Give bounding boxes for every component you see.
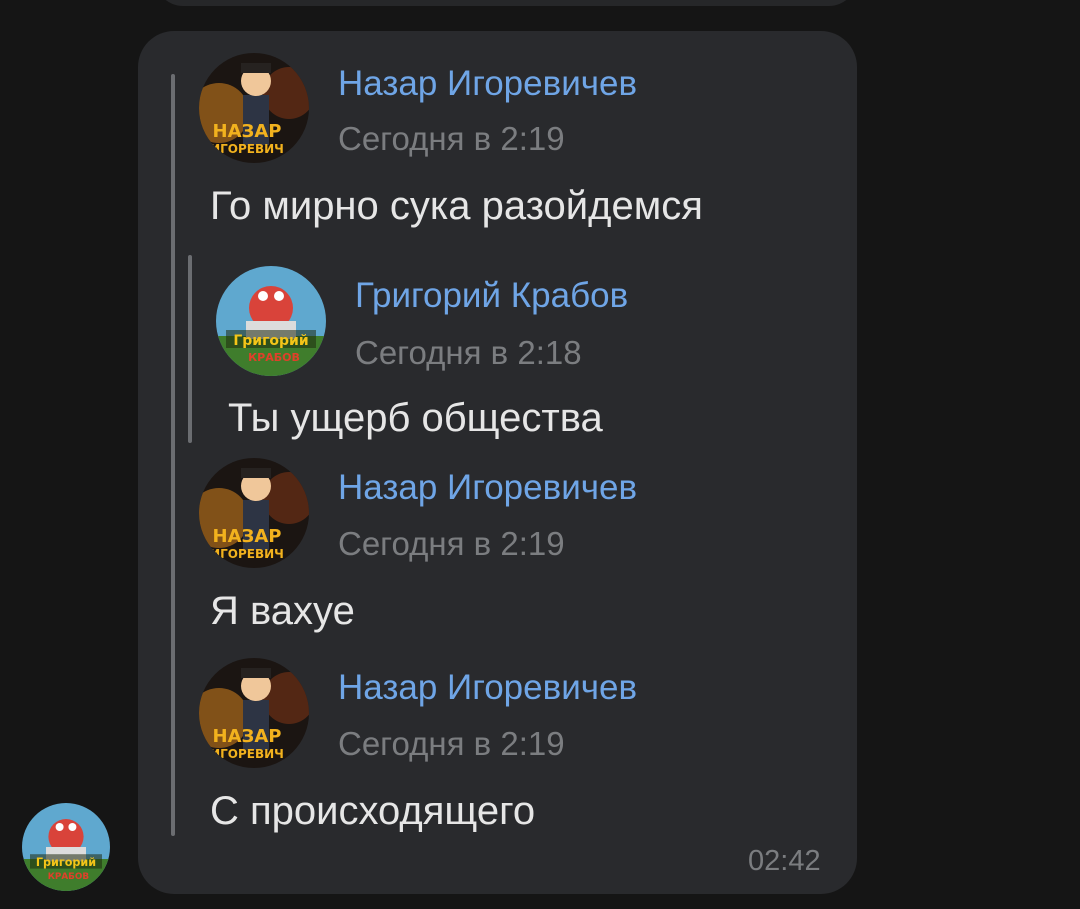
nazar-avatar[interactable]: НАЗАР ИГОРЕВИЧ bbox=[199, 658, 309, 768]
grigoriy-avatar-image: Григорий КРАБОВ bbox=[216, 266, 326, 376]
avatar-caption: ИГОРЕВИЧ bbox=[210, 747, 284, 761]
message-text: Ты ущерб общества bbox=[228, 396, 603, 440]
grigoriy-avatar[interactable]: Григорий КРАБОВ bbox=[216, 266, 326, 376]
chat-screen: Григорий КРАБОВ НАЗАР ИГОРЕВИЧ Назар Иго… bbox=[0, 0, 1080, 909]
nazar-avatar-image: НАЗАР ИГОРЕВИЧ bbox=[199, 53, 309, 163]
avatar-caption: КРАБОВ bbox=[248, 351, 300, 364]
forward-indicator-bar bbox=[171, 74, 175, 836]
avatar-caption: НАЗАР bbox=[213, 726, 282, 747]
nazar-avatar[interactable]: НАЗАР ИГОРЕВИЧ bbox=[199, 53, 309, 163]
bubble-timestamp: 02:42 bbox=[748, 845, 821, 877]
message-timestamp: Сегодня в 2:19 bbox=[338, 725, 565, 762]
avatar-caption: Григорий bbox=[233, 333, 308, 349]
avatar-caption: НАЗАР bbox=[213, 121, 282, 142]
message-timestamp: Сегодня в 2:19 bbox=[338, 120, 565, 157]
message-text: Я вахуе bbox=[210, 589, 355, 633]
avatar-caption: Григорий bbox=[36, 856, 96, 869]
message-timestamp: Сегодня в 2:19 bbox=[338, 525, 565, 562]
message-text: Го мирно сука разойдемся bbox=[210, 184, 703, 228]
nazar-avatar-image: НАЗАР ИГОРЕВИЧ bbox=[199, 658, 309, 768]
grigoriy-avatar-image: Григорий КРАБОВ bbox=[22, 803, 110, 891]
avatar-caption: КРАБОВ bbox=[48, 872, 90, 882]
forwarded-messages-bubble[interactable]: НАЗАР ИГОРЕВИЧ Назар Игоревичев Сегодня … bbox=[138, 31, 857, 894]
avatar-caption: ИГОРЕВИЧ bbox=[210, 547, 284, 561]
message-author-link[interactable]: Назар Игоревичев bbox=[338, 64, 637, 104]
nazar-avatar[interactable]: НАЗАР ИГОРЕВИЧ bbox=[199, 458, 309, 568]
avatar-caption: НАЗАР bbox=[213, 526, 282, 547]
previous-message-bubble[interactable] bbox=[155, 0, 857, 6]
message-author-link[interactable]: Назар Игоревичев bbox=[338, 668, 637, 708]
message-author-link[interactable]: Григорий Крабов bbox=[355, 276, 628, 316]
nested-forward-indicator-bar bbox=[188, 255, 192, 443]
message-text: С происходящего bbox=[210, 789, 536, 833]
avatar-caption: ИГОРЕВИЧ bbox=[210, 142, 284, 156]
sender-avatar[interactable]: Григорий КРАБОВ bbox=[22, 803, 110, 891]
message-author-link[interactable]: Назар Игоревичев bbox=[338, 468, 637, 508]
message-timestamp: Сегодня в 2:18 bbox=[355, 334, 582, 371]
nazar-avatar-image: НАЗАР ИГОРЕВИЧ bbox=[199, 458, 309, 568]
